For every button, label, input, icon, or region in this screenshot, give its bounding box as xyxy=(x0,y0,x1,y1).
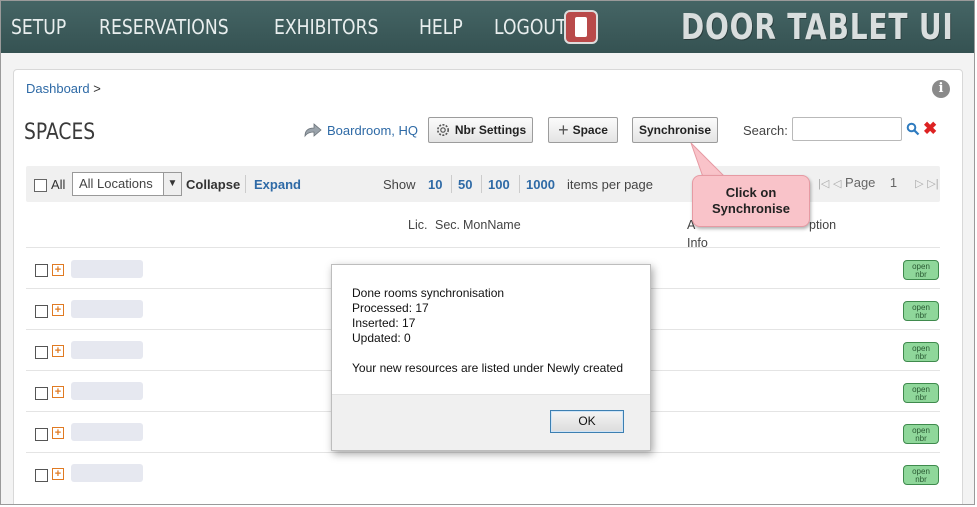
page-number: 1 xyxy=(889,175,898,190)
forward-arrow-icon xyxy=(304,123,322,138)
nbr-settings-label: Nbr Settings xyxy=(454,123,527,137)
blurred-room-name xyxy=(71,300,143,318)
page-label: Page xyxy=(845,175,876,190)
space-label: Space xyxy=(572,123,608,137)
dialog-line: Processed: 17 xyxy=(352,301,429,315)
row-checkbox[interactable] xyxy=(35,387,48,400)
ok-button[interactable]: OK xyxy=(550,410,624,433)
brand-logo: DOOR TABLET UI xyxy=(564,5,954,49)
per-page-suffix: items per page xyxy=(567,177,653,192)
open-nbr-badge[interactable]: open nbr xyxy=(903,424,939,444)
info-icon[interactable]: i xyxy=(932,80,950,98)
expand-row-icon[interactable]: + xyxy=(52,427,64,439)
location-select[interactable]: All Locations ▼ xyxy=(72,172,182,196)
nbr-settings-button[interactable]: Nbr Settings xyxy=(428,117,533,143)
expand-row-icon[interactable]: + xyxy=(52,304,64,316)
row-divider xyxy=(26,247,940,248)
synchronise-button[interactable]: Synchronise xyxy=(632,117,718,143)
per-page-50[interactable]: 50 xyxy=(458,177,472,192)
breadcrumb-separator: > xyxy=(93,81,101,96)
row-checkbox[interactable] xyxy=(35,305,48,318)
page-title: SPACES xyxy=(24,120,96,145)
expand-row-icon[interactable]: + xyxy=(52,264,64,276)
open-nbr-badge[interactable]: open nbr xyxy=(903,465,939,485)
expand-row-icon[interactable]: + xyxy=(52,386,64,398)
search-input[interactable] xyxy=(792,117,902,141)
first-page-icon[interactable]: |◁ xyxy=(818,178,829,190)
nav-setup[interactable]: SETUP xyxy=(11,15,66,39)
per-page-10[interactable]: 10 xyxy=(428,177,442,192)
nav-help[interactable]: HELP xyxy=(419,15,463,39)
pager: |◁ ◁ Page 1 ▷ ▷| xyxy=(818,175,939,190)
dialog-spacer xyxy=(352,346,623,361)
col-header-lic[interactable]: Lic. xyxy=(408,218,427,232)
open-nbr-badge[interactable]: open nbr xyxy=(903,260,939,280)
open-nbr-badge[interactable]: open nbr xyxy=(903,301,939,321)
search-icon[interactable] xyxy=(906,122,920,136)
blurred-room-name xyxy=(71,260,143,278)
last-page-icon[interactable]: ▷| xyxy=(927,178,938,190)
open-nbr-badge[interactable]: open nbr xyxy=(903,342,939,362)
dialog-footer: OK xyxy=(332,394,650,450)
search-label: Search: xyxy=(743,123,788,138)
row-divider xyxy=(26,452,940,453)
breadcrumb: Dashboard > xyxy=(26,81,101,96)
top-nav-bar: SETUP RESERVATIONS EXHIBITORS HELP LOGOU… xyxy=(1,1,974,53)
main-nav: SETUP RESERVATIONS EXHIBITORS HELP LOGOU… xyxy=(11,1,603,53)
synchronise-label: Synchronise xyxy=(638,123,712,137)
dialog-message: Done rooms synchronisation Processed: 17… xyxy=(352,286,623,376)
divider xyxy=(451,175,452,193)
row-checkbox[interactable] xyxy=(35,428,48,441)
row-checkbox[interactable] xyxy=(35,264,48,277)
synchronise-callout: Click on Synchronise xyxy=(692,175,810,227)
expand-link[interactable]: Expand xyxy=(254,177,301,192)
collapse-link[interactable]: Collapse xyxy=(186,177,240,192)
nav-exhibitors[interactable]: EXHIBITORS xyxy=(274,15,378,39)
blurred-room-name xyxy=(71,382,143,400)
divider xyxy=(481,175,482,193)
expand-row-icon[interactable]: + xyxy=(52,345,64,357)
open-nbr-badge[interactable]: open nbr xyxy=(903,383,939,403)
divider xyxy=(245,175,246,193)
next-page-icon[interactable]: ▷ xyxy=(915,178,923,190)
clear-search-icon[interactable]: ✖ xyxy=(923,120,937,137)
gear-icon xyxy=(436,124,449,136)
callout-line-2: Synchronise xyxy=(711,201,791,216)
divider xyxy=(519,175,520,193)
chevron-down-icon: ▼ xyxy=(163,173,181,195)
dialog-line: Inserted: 17 xyxy=(352,316,416,330)
plus-icon: + xyxy=(558,120,569,140)
select-all-label: All xyxy=(51,177,66,192)
brand-name: DOOR TABLET UI xyxy=(681,6,954,48)
location-link[interactable]: Boardroom, HQ xyxy=(303,122,418,138)
dialog-line: Updated: 0 xyxy=(352,331,411,345)
app-window: SETUP RESERVATIONS EXHIBITORS HELP LOGOU… xyxy=(0,0,975,505)
blurred-room-name xyxy=(71,341,143,359)
prev-page-icon[interactable]: ◁ xyxy=(833,178,841,190)
col-header-sec[interactable]: Sec. xyxy=(435,218,460,232)
expand-row-icon[interactable]: + xyxy=(52,468,64,480)
show-label: Show xyxy=(383,177,416,192)
dialog-line: Your new resources are listed under Newl… xyxy=(352,361,624,375)
per-page-1000[interactable]: 1000 xyxy=(526,177,555,192)
row-checkbox[interactable] xyxy=(35,469,48,482)
dialog-line: Done rooms synchronisation xyxy=(352,286,505,300)
blurred-room-name xyxy=(71,464,143,482)
nav-logout[interactable]: LOGOUT xyxy=(494,15,566,39)
sync-result-dialog: Done rooms synchronisation Processed: 17… xyxy=(331,264,651,451)
tablet-logo-icon xyxy=(564,10,599,44)
select-all-checkbox[interactable] xyxy=(34,179,47,192)
location-select-value: All Locations xyxy=(79,176,153,191)
breadcrumb-dashboard-link[interactable]: Dashboard xyxy=(26,81,90,96)
blurred-room-name xyxy=(71,423,143,441)
col-header-monname[interactable]: MonName xyxy=(463,218,521,232)
row-checkbox[interactable] xyxy=(35,346,48,359)
location-label: Boardroom, HQ xyxy=(327,122,419,138)
callout-line-1: Click on xyxy=(725,185,777,200)
nav-reservations[interactable]: RESERVATIONS xyxy=(99,15,229,39)
col-header-option[interactable]: ption xyxy=(809,218,836,232)
add-space-button[interactable]: + Space xyxy=(548,117,618,143)
per-page-100[interactable]: 100 xyxy=(488,177,510,192)
